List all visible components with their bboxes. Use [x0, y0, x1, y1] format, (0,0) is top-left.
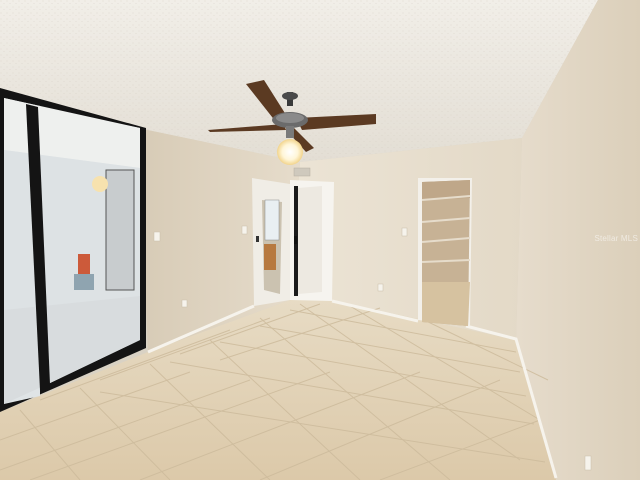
- room-illustration: [0, 0, 640, 480]
- light-switch: [153, 231, 161, 242]
- ac-vent: [293, 167, 311, 177]
- wall-outlet: [377, 283, 384, 292]
- bathroom-doorway: [252, 178, 334, 306]
- light-switch: [401, 227, 408, 237]
- walk-in-closet: [418, 178, 472, 326]
- wall-outlet: [584, 455, 592, 471]
- watermark: Stellar MLS: [594, 234, 638, 243]
- room-photo: Stellar MLS: [0, 0, 640, 480]
- light-switch: [241, 225, 248, 235]
- wall-outlet: [181, 299, 188, 308]
